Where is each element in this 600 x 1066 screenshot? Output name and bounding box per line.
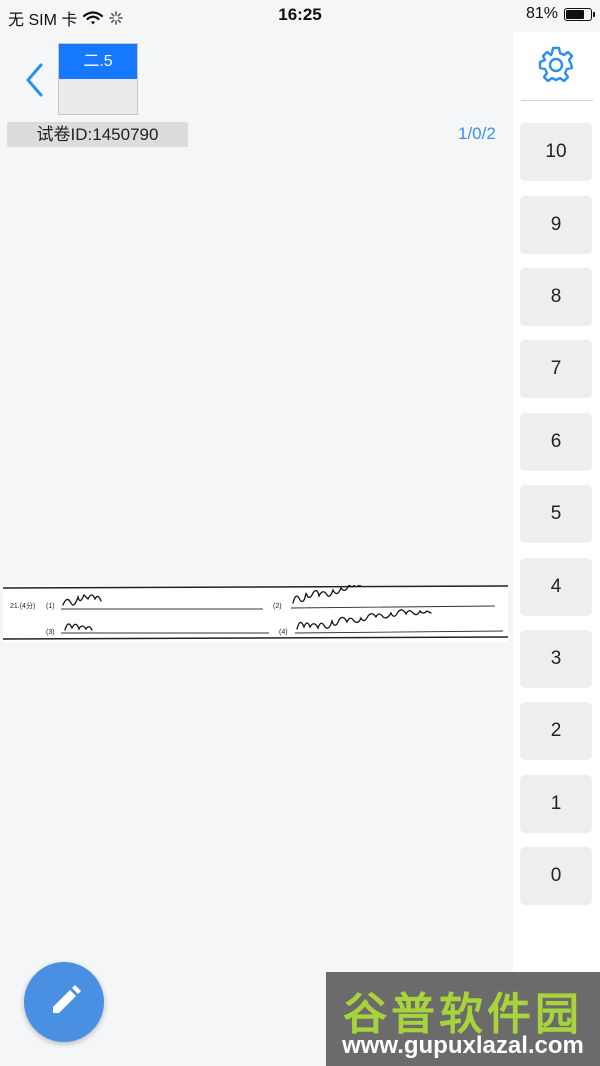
status-bar: 无 SIM 卡 16:25 81% bbox=[0, 0, 600, 32]
score-button-4[interactable]: 4 bbox=[520, 558, 592, 616]
score-button-2[interactable]: 2 bbox=[520, 702, 592, 760]
watermark: 谷普软件园 www.gupuxlazal.com bbox=[326, 972, 600, 1066]
score-button-5[interactable]: 5 bbox=[520, 485, 592, 543]
battery-percent: 81% bbox=[525, 5, 558, 22]
score-button-6[interactable]: 6 bbox=[520, 413, 592, 471]
panel-divider bbox=[521, 100, 593, 101]
score-button-3[interactable]: 3 bbox=[520, 630, 592, 688]
marker-4: (4) bbox=[279, 629, 288, 636]
score-button-10[interactable]: 10 bbox=[520, 123, 592, 181]
chevron-left-icon[interactable] bbox=[22, 60, 48, 100]
marker-1: (1) bbox=[46, 603, 55, 610]
score-button-9[interactable]: 9 bbox=[520, 196, 592, 254]
gear-icon[interactable] bbox=[536, 45, 576, 85]
question-tab[interactable]: 二.5 bbox=[58, 43, 138, 115]
answer-image: 21.(4分) (1) (2) (3) (4) bbox=[3, 585, 508, 642]
marker-2: (2) bbox=[273, 603, 282, 610]
score-button-8[interactable]: 8 bbox=[520, 268, 592, 326]
page-counter: 1/0/2 bbox=[458, 124, 496, 143]
paper-id-label: 试卷ID:1450790 bbox=[7, 122, 188, 147]
edit-button[interactable] bbox=[24, 962, 104, 1042]
pencil-icon bbox=[53, 985, 81, 1013]
battery-group: 81% bbox=[525, 5, 595, 23]
score-button-7[interactable]: 7 bbox=[520, 340, 592, 398]
clock: 16:25 bbox=[278, 5, 322, 24]
battery-icon bbox=[564, 7, 595, 21]
marker-3: (3) bbox=[46, 629, 55, 636]
question-tab-label: 二.5 bbox=[59, 44, 137, 79]
question-number: 21.(4分) bbox=[10, 601, 35, 610]
score-button-1[interactable]: 1 bbox=[520, 775, 592, 833]
score-button-0[interactable]: 0 bbox=[520, 847, 592, 905]
watermark-url: www.gupuxlazal.com bbox=[342, 1032, 584, 1059]
battery-fill bbox=[566, 9, 584, 19]
score-panel bbox=[513, 32, 600, 1066]
